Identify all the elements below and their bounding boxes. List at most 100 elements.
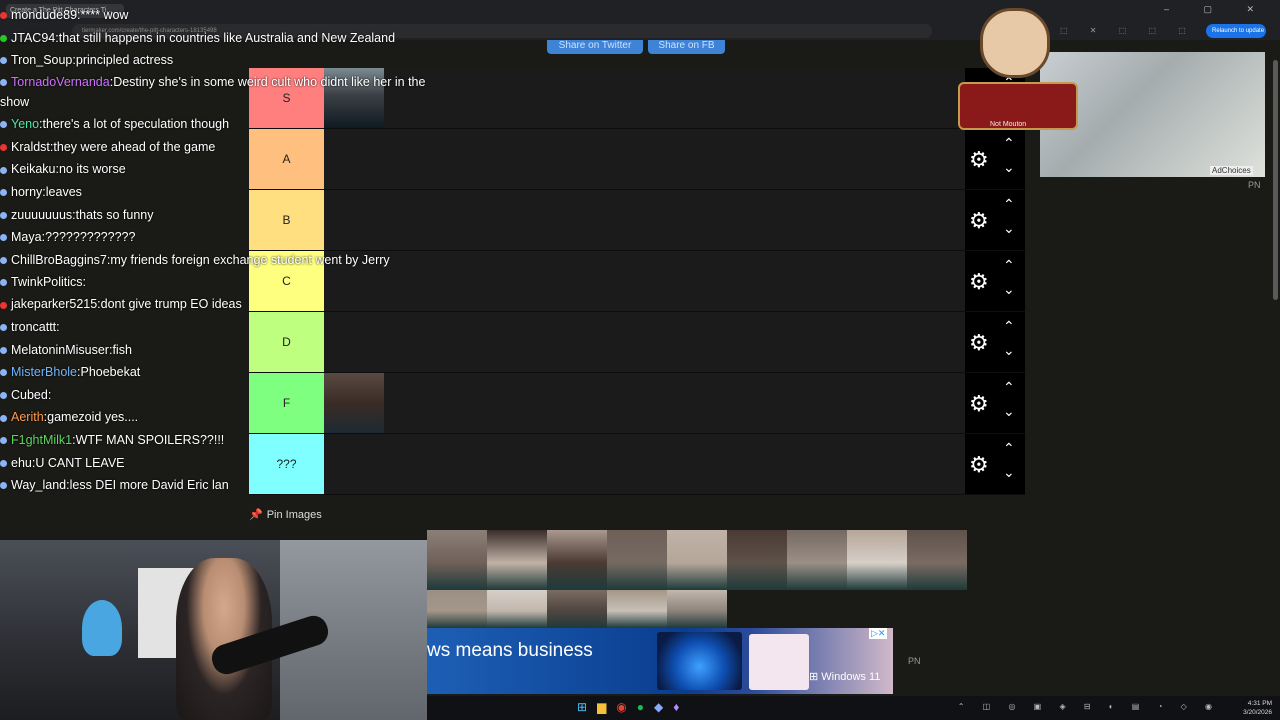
chat-username[interactable]: MisterBhole [11, 365, 77, 379]
gear-icon[interactable]: ⚙ [969, 147, 989, 173]
chat-badge-icon [0, 391, 7, 399]
chat-message: Way_land:less DEI more David Eric lan [0, 474, 430, 497]
ad-banner[interactable]: ws means business ⊞ Windows 11 ▷✕ [427, 628, 893, 694]
chat-username[interactable]: zuuuuuuus [11, 208, 72, 222]
chat-message: Kraldst:they were ahead of the game [0, 136, 430, 159]
chevron-down-icon[interactable]: ⌄ [1003, 342, 1015, 359]
chat-message: Tron_Soup:principled actress [0, 49, 430, 72]
taskbar-apps[interactable]: ⊞▆◉●◆♦ [577, 700, 689, 714]
taskbar-clock[interactable]: 4:31 PM 3/20/2026 [1243, 699, 1272, 717]
chat-username[interactable]: Yeno [11, 117, 39, 131]
chat-username[interactable]: Kraldst [11, 140, 50, 154]
chat-text: thats so funny [75, 207, 154, 222]
chevron-down-icon[interactable]: ⌄ [1003, 220, 1015, 237]
ad-close-icon[interactable]: ▷✕ [869, 628, 888, 639]
chat-username[interactable]: TwinkPolitics [11, 275, 83, 289]
file-explorer-icon: ▆ [597, 700, 617, 714]
chat-message: Cubed: [0, 384, 430, 407]
chat-text: Phoebekat [80, 365, 141, 380]
pool-character-image[interactable] [547, 530, 607, 590]
chat-text: my friends foreign exchange student went… [110, 252, 390, 267]
chat-separator: : [56, 319, 60, 334]
chat-badge-icon [0, 121, 7, 129]
share-fb-button[interactable]: Share on FB [648, 40, 725, 54]
chat-username[interactable]: troncattt [11, 320, 56, 334]
pool-character-image[interactable] [607, 590, 667, 628]
chevron-down-icon[interactable]: ⌄ [1003, 281, 1015, 298]
chat-badge-icon [0, 256, 7, 264]
chat-message: Keikaku:no its worse [0, 158, 430, 181]
avatar-head [980, 8, 1050, 78]
chat-username[interactable]: Tron_Soup [11, 53, 72, 67]
chat-badge-icon [0, 211, 7, 219]
chevron-down-icon[interactable]: ⌄ [1003, 464, 1015, 481]
chat-message: F1ghtMilk1:WTF MAN SPOILERS??!!! [0, 429, 430, 452]
pool-character-image[interactable] [787, 530, 847, 590]
chat-badge-icon [0, 189, 7, 197]
chat-message: mondude89:**** wow [0, 4, 430, 27]
chat-username[interactable]: Aerith [11, 410, 44, 424]
pool-character-image[interactable] [427, 530, 487, 590]
chat-username[interactable]: Way_land [11, 478, 66, 492]
chat-username[interactable]: Maya [11, 230, 42, 244]
chat-username[interactable]: ChillBroBaggins7 [11, 253, 107, 267]
chat-username[interactable]: F1ghtMilk1 [11, 433, 72, 447]
pool-character-image[interactable] [547, 590, 607, 628]
chevron-up-icon[interactable]: ⌃ [1003, 440, 1015, 457]
pin-images-toggle[interactable]: 📌 Pin Images [249, 508, 322, 521]
webcam-figurine [82, 600, 122, 656]
pool-character-image[interactable] [727, 530, 787, 590]
image-pool [427, 530, 970, 628]
chat-username[interactable]: horny [11, 185, 42, 199]
gear-icon[interactable]: ⚙ [969, 330, 989, 356]
ad-brand: Windows 11 [821, 671, 881, 683]
pool-character-image[interactable] [667, 590, 727, 628]
tier-controls: ⚙ ⌃ ⌄ [965, 129, 1025, 189]
tier-controls: ⚙ ⌃ ⌄ [965, 312, 1025, 372]
chat-message: Yeno:there's a lot of speculation though [0, 113, 430, 136]
chat-message: jakeparker5215:dont give trump EO ideas [0, 293, 430, 316]
chat-badge-icon [0, 143, 7, 151]
pool-character-image[interactable] [847, 530, 907, 590]
chat-username[interactable]: ehu [11, 456, 32, 470]
chat-username[interactable]: mondude89 [11, 8, 77, 22]
pool-character-image[interactable] [487, 590, 547, 628]
chevron-up-icon[interactable]: ⌃ [1003, 135, 1015, 152]
chevron-up-icon[interactable]: ⌃ [1003, 257, 1015, 274]
pool-character-image[interactable] [667, 530, 727, 590]
chat-badge-icon [0, 482, 7, 490]
page-scrollbar[interactable] [1273, 60, 1278, 300]
chat-message: troncattt: [0, 316, 430, 339]
share-twitter-button[interactable]: Share on Twitter [547, 40, 643, 54]
pool-character-image[interactable] [427, 590, 487, 628]
chevron-up-icon[interactable]: ⌃ [1003, 196, 1015, 213]
gear-icon[interactable]: ⚙ [969, 269, 989, 295]
spotify-icon: ● [636, 700, 655, 714]
pool-character-image[interactable] [607, 530, 667, 590]
chevron-down-icon[interactable]: ⌄ [1003, 403, 1015, 420]
chat-username[interactable]: TornadoVernanda [11, 75, 110, 89]
chevron-up-icon[interactable]: ⌃ [1003, 318, 1015, 335]
gear-icon[interactable]: ⚙ [969, 452, 989, 478]
chevron-up-icon[interactable]: ⌃ [1003, 379, 1015, 396]
pool-character-image[interactable] [487, 530, 547, 590]
chat-username[interactable]: jakeparker5215 [11, 297, 97, 311]
pool-character-image[interactable] [907, 530, 967, 590]
chevron-down-icon[interactable]: ⌄ [1003, 159, 1015, 176]
adchoices-link[interactable]: AdChoices [1210, 166, 1253, 175]
chat-badge-icon [0, 459, 7, 467]
webcam-feed [0, 540, 427, 720]
chat-badge-icon [0, 278, 7, 286]
chat-username[interactable]: MelatoninMisuser [11, 343, 109, 357]
system-tray[interactable]: ⌃ ◫ ◎ ▣ ◈ ⊟ ◐ ▤ ◔ ◇ ◉ [958, 702, 1220, 711]
gear-icon[interactable]: ⚙ [969, 208, 989, 234]
chat-username[interactable]: Cubed [11, 388, 48, 402]
relaunch-button[interactable]: Relaunch to update [1206, 24, 1266, 38]
chat-username[interactable]: Keikaku [11, 162, 55, 176]
gear-icon[interactable]: ⚙ [969, 391, 989, 417]
chat-text: gamezoid yes.... [47, 410, 139, 425]
chat-message: Aerith:gamezoid yes.... [0, 406, 430, 429]
obs-icon: ♦ [673, 700, 690, 714]
chat-username[interactable]: JTAC94 [11, 31, 55, 45]
window-controls[interactable]: – ▢ ✕ [1164, 4, 1270, 15]
